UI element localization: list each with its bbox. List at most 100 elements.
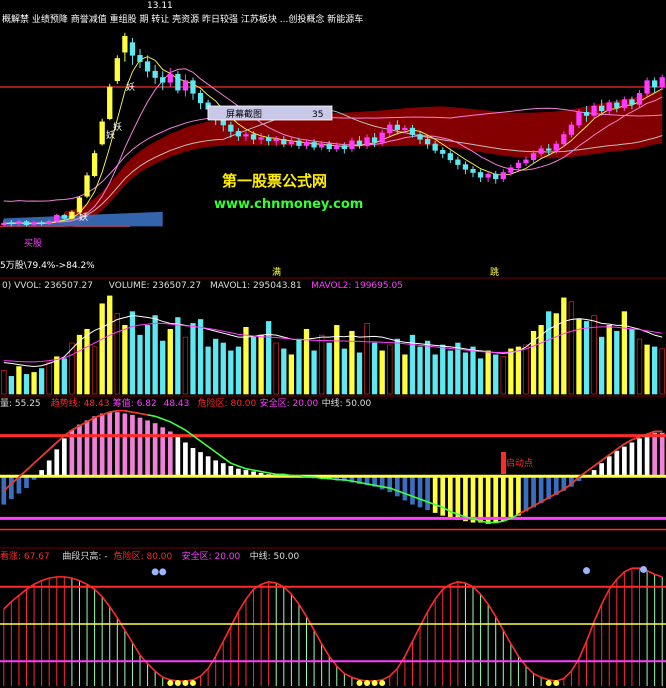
volume-bar (76, 334, 83, 395)
volume-bar (326, 342, 332, 395)
volume-bar (107, 295, 113, 395)
volume-bar (546, 311, 552, 395)
legend-item: 48.43 (164, 399, 190, 409)
indicator1-bar (440, 477, 446, 516)
volume-bar (61, 358, 67, 395)
start-point-label: 启动点 (506, 457, 533, 469)
indicator2-peak-marker (640, 565, 648, 573)
volume-bar (235, 346, 242, 395)
candle-body (160, 77, 166, 83)
volume-bar (561, 297, 567, 395)
legend-item: 0) VVOL: 236507.27 (2, 281, 93, 291)
candle-body (61, 214, 67, 219)
indicator1-bar (516, 477, 521, 516)
volume-bar (258, 334, 264, 395)
candle-body (455, 159, 461, 165)
candle-body (175, 74, 181, 91)
stock-chart-canvas: 概解禁 业绩预降 商誉减值 重组股 期 转让 壳资源 昨日较强 江苏板块 ...… (0, 0, 666, 688)
candle-body (31, 222, 37, 225)
candle-body (258, 137, 264, 140)
candle-body (387, 124, 393, 134)
volume-bar (576, 319, 582, 395)
indicator1-bar (644, 435, 650, 477)
indicator2-bottom-marker (553, 680, 560, 686)
volume-bar (175, 317, 181, 395)
candle-body (621, 99, 628, 108)
demon-mark: 妖 (126, 81, 135, 93)
candle-body (319, 143, 325, 148)
indicator1-bar (77, 424, 82, 477)
indicator1-bar (538, 477, 544, 504)
candle-body (447, 153, 453, 161)
volume-bar (462, 352, 469, 395)
indicator2-bottom-marker (174, 680, 181, 686)
legend-item: VOLUME: 236507.27 (109, 281, 201, 291)
candle-body (250, 134, 257, 140)
volume-bar (379, 350, 385, 395)
candle-body (356, 140, 363, 146)
indicator2-bottom-marker (182, 680, 189, 686)
volume-bar (54, 356, 60, 395)
volume-bar (440, 344, 446, 395)
candle-body (614, 102, 620, 108)
candle-body (538, 148, 544, 154)
volume-bar (515, 346, 522, 395)
volume-bar (220, 342, 226, 395)
indicator1-bar (508, 477, 514, 519)
candle-body (182, 80, 189, 91)
candle-body (107, 86, 113, 119)
volume-bar (129, 311, 136, 395)
indicator1-bar (622, 446, 627, 477)
indicator1-bar (24, 477, 29, 489)
candle-body (1, 222, 7, 226)
legend-item: 趋势线: 48.43 (51, 397, 110, 409)
indicator1-bar (410, 477, 415, 505)
volume-bar (402, 354, 408, 395)
volume-bar (281, 348, 287, 395)
indicator1-bar (99, 413, 105, 477)
volume-bar (629, 328, 635, 395)
indicator1-bar (523, 477, 529, 512)
legend-item: 安全区: 20.00 (182, 550, 241, 562)
tooltip-value: 35 (312, 110, 323, 120)
volume-bar (477, 358, 484, 395)
marker-full: 满 (272, 267, 281, 278)
volume-bar (84, 328, 90, 395)
volume-bar (447, 350, 453, 395)
volume-bar (296, 338, 302, 395)
volume-bar (190, 323, 196, 395)
candle-body (493, 173, 499, 180)
volume-bar (652, 346, 658, 395)
volume-bar (213, 338, 219, 395)
indicator1-bar (190, 448, 196, 477)
candle-body (371, 137, 378, 143)
legend-item: 量: 55.25 (0, 398, 41, 409)
candle-body (599, 105, 605, 112)
candle-body (114, 58, 120, 81)
candle-body (8, 222, 14, 225)
candle-body (402, 127, 408, 131)
candle-body (23, 221, 30, 226)
volume-bar (144, 325, 151, 395)
indicator1-bar (500, 477, 506, 522)
indicator1-bar (493, 477, 499, 523)
candle-body (137, 55, 143, 62)
indicator1-bar (614, 450, 620, 477)
indicator1-bar (432, 477, 438, 513)
screenshot-tooltip[interactable]: 屏幕截图 35 (207, 105, 333, 121)
volume-bar (152, 315, 158, 395)
indicator1-bar (84, 420, 90, 477)
volume-bar (349, 330, 355, 395)
indicator2-bottom-marker (189, 680, 196, 686)
volume-bar (606, 325, 612, 395)
indicator1-bar (167, 431, 173, 477)
volume-bar (228, 350, 234, 395)
indicator1-bar (425, 477, 430, 511)
candle-body (583, 112, 590, 116)
volume-bar (311, 350, 317, 395)
candle-body (606, 102, 612, 112)
volume-bar (424, 340, 431, 395)
candle-body (91, 153, 98, 176)
tooltip-label: 屏幕截图 (226, 108, 262, 120)
price-bottom-left-label: 5万股\79.4%->84.2% (0, 260, 95, 271)
